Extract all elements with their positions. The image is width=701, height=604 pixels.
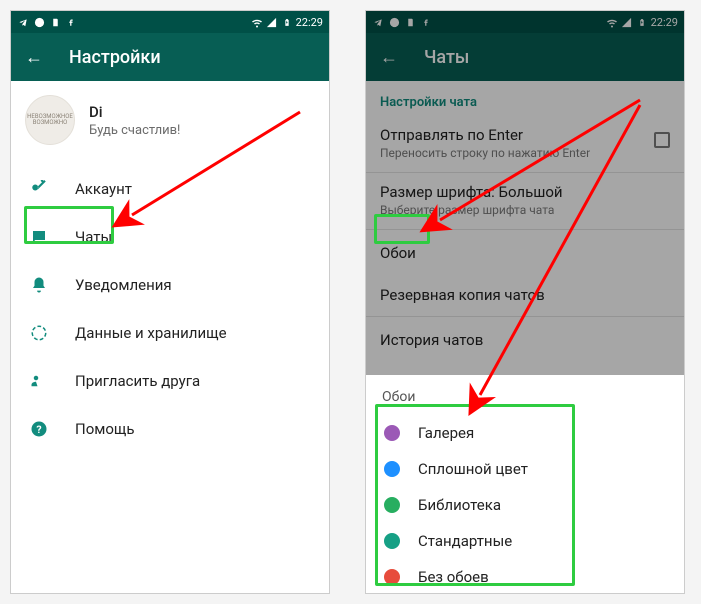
sheet-title: Обои xyxy=(366,385,684,415)
svg-text:?: ? xyxy=(36,423,41,436)
steam-icon xyxy=(33,16,45,28)
profile-status: Будь счастлив! xyxy=(89,123,180,138)
signal-icon xyxy=(266,16,278,28)
menu-item-label: Аккаунт xyxy=(75,180,132,198)
menu-item-label: Уведомления xyxy=(75,276,172,294)
menu-chats[interactable]: Чаты xyxy=(11,213,329,261)
help-icon: ? xyxy=(29,419,49,439)
key-icon xyxy=(29,179,49,199)
sheet-item-label: Галерея xyxy=(418,424,474,442)
appbar-settings: ← Настройки xyxy=(11,33,329,81)
facebook-icon xyxy=(65,16,77,28)
menu-data[interactable]: Данные и хранилище xyxy=(11,309,329,357)
sheet-library[interactable]: Библиотека xyxy=(366,487,684,523)
menu-item-label: Данные и хранилище xyxy=(75,324,227,342)
no-wallpaper-icon xyxy=(384,569,400,585)
avatar: НЕВОЗМОЖНОЕ ВОЗМОЖНО xyxy=(25,95,75,145)
library-icon xyxy=(384,497,400,513)
wifi-icon xyxy=(251,16,263,28)
sheet-item-label: Библиотека xyxy=(418,496,501,514)
data-icon xyxy=(29,323,49,343)
phone-settings: 22:29 ← Настройки НЕВОЗМОЖНОЕ ВОЗМОЖНО D… xyxy=(10,10,330,594)
dim-overlay xyxy=(366,11,684,375)
chat-icon xyxy=(29,227,49,247)
sheet-gallery[interactable]: Галерея xyxy=(366,415,684,451)
invite-icon xyxy=(29,371,49,391)
wallpaper-sheet: Обои Галерея Сплошной цвет Библиотека Ст… xyxy=(366,375,684,593)
sheet-item-label: Стандартные xyxy=(418,532,512,550)
settings-menu: Аккаунт Чаты Уведомления Данные и хранил… xyxy=(11,163,329,455)
battery-icon xyxy=(281,16,293,28)
menu-item-label: Пригласить друга xyxy=(75,372,200,390)
solid-color-icon xyxy=(384,461,400,477)
phone-chats-settings: 22:29 ← Чаты Настройки чата Отправлять п… xyxy=(365,10,685,594)
gallery-icon xyxy=(384,425,400,441)
sd-icon xyxy=(49,16,61,28)
statusbar-time: 22:29 xyxy=(296,16,323,29)
menu-notifications[interactable]: Уведомления xyxy=(11,261,329,309)
appbar-title: Настройки xyxy=(69,47,161,68)
sheet-item-label: Сплошной цвет xyxy=(418,460,528,478)
menu-item-label: Помощь xyxy=(75,420,135,438)
sheet-none[interactable]: Без обоев xyxy=(366,559,684,594)
menu-account[interactable]: Аккаунт xyxy=(11,165,329,213)
menu-invite[interactable]: Пригласить друга xyxy=(11,357,329,405)
bell-icon xyxy=(29,275,49,295)
telegram-icon xyxy=(17,16,29,28)
statusbar: 22:29 xyxy=(11,11,329,33)
sheet-default[interactable]: Стандартные xyxy=(366,523,684,559)
sheet-item-label: Без обоев xyxy=(418,568,489,586)
default-icon xyxy=(384,533,400,549)
menu-item-label: Чаты xyxy=(75,228,112,246)
back-arrow-icon[interactable]: ← xyxy=(25,47,43,68)
sheet-solid[interactable]: Сплошной цвет xyxy=(366,451,684,487)
profile-name: Di xyxy=(89,103,180,121)
profile-row[interactable]: НЕВОЗМОЖНОЕ ВОЗМОЖНО Di Будь счастлив! xyxy=(11,81,329,163)
menu-help[interactable]: ? Помощь xyxy=(11,405,329,453)
